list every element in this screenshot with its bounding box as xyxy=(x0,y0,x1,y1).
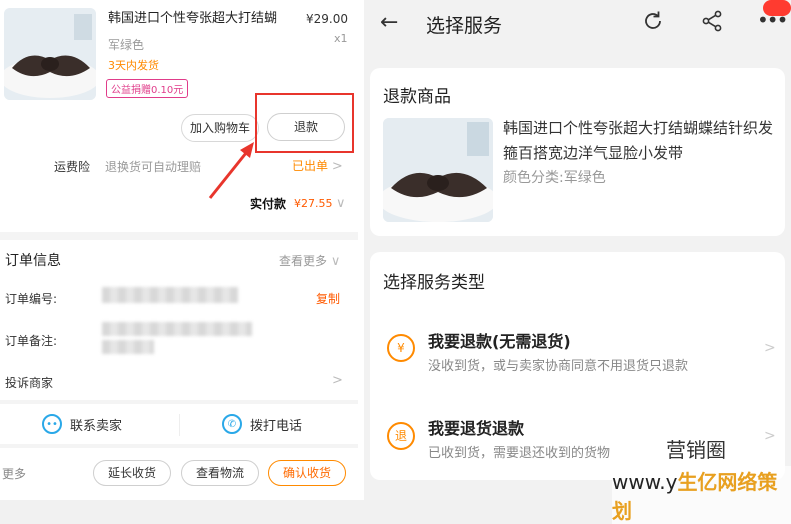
service-option-title: 我要退款(无需退货) xyxy=(428,332,571,351)
shipping-promise: 3天内发货 xyxy=(108,59,159,72)
service-option-desc: 已收到货，需要退还收到的货物 xyxy=(428,446,611,461)
share-icon[interactable] xyxy=(700,9,724,33)
back-arrow-icon[interactable]: ← xyxy=(380,10,398,35)
service-type-title: 选择服务类型 xyxy=(383,273,485,293)
order-note-blurred xyxy=(102,322,252,336)
refund-product-color: 颜色分类:军绿色 xyxy=(503,170,606,186)
product-image xyxy=(383,118,493,222)
shipping-insurance-label: 运费险 xyxy=(54,160,91,174)
view-logistics-button[interactable]: 查看物流 xyxy=(181,460,259,486)
product-thumbnail[interactable] xyxy=(4,8,96,100)
shipping-insurance-status[interactable]: 已出单 > xyxy=(292,157,343,174)
paid-amount-label: 实付款 xyxy=(250,197,287,211)
refund-product-card: 退款商品 韩国进口个性夸张超大打结蝴蝶结针织发箍百搭宽边洋气显脸小发带 颜色分类… xyxy=(370,68,785,236)
product-quantity: x1 xyxy=(334,32,348,45)
watermark-url-prefix: www.y xyxy=(612,470,678,494)
order-note-blurred-2 xyxy=(102,340,154,354)
refund-product-name: 韩国进口个性夸张超大打结蝴蝶结针织发箍百搭宽边洋气显脸小发带 xyxy=(503,119,774,162)
contact-bar: •• 联系卖家 ✆ 拨打电话 xyxy=(0,404,358,444)
service-option-title: 我要退货退款 xyxy=(428,419,525,438)
refund-product-thumbnail xyxy=(383,118,493,222)
charity-badge: 公益捐赠0.10元 xyxy=(106,79,189,98)
product-image xyxy=(4,8,96,100)
complain-seller-label[interactable]: 投诉商家 xyxy=(5,374,53,391)
call-label: 拨打电话 xyxy=(250,418,303,434)
order-note-label: 订单备注: xyxy=(5,334,58,348)
confirm-receipt-button[interactable]: 确认收货 xyxy=(268,460,346,486)
product-price: ¥29.00 xyxy=(306,12,348,26)
highlight-box xyxy=(255,93,354,153)
chevron-down-icon: ∨ xyxy=(336,196,346,211)
divider xyxy=(179,414,180,436)
contact-seller-button[interactable]: •• 联系卖家 xyxy=(42,414,122,434)
call-button[interactable]: ✆ 拨打电话 xyxy=(222,414,302,434)
service-option-desc: 没收到货，或与卖家协商同意不用退货只退款 xyxy=(428,359,689,374)
copy-button[interactable]: 复制 xyxy=(316,290,340,307)
add-to-cart-button[interactable]: 加入购物车 xyxy=(181,114,259,142)
order-info-title: 订单信息 xyxy=(5,253,61,269)
more-menu-icon[interactable]: ••• xyxy=(757,8,788,32)
phone-icon: ✆ xyxy=(222,414,242,434)
chat-icon: •• xyxy=(42,414,62,434)
refund-money-icon: ¥ xyxy=(387,334,415,362)
chevron-right-icon: > xyxy=(764,428,776,444)
refund-product-title: 退款商品 xyxy=(383,87,451,107)
more-menu[interactable]: 更多 xyxy=(2,465,26,482)
paid-amount-value[interactable]: ¥27.55 ∨ xyxy=(294,196,346,211)
header-bar: ← 选择服务 ••• xyxy=(364,0,791,52)
select-service-panel: ← 选择服务 ••• 退款商品 韩国进口个性夸张超大打结蝴蝶结针织发箍百搭宽边洋… xyxy=(364,0,791,500)
product-color: 军绿色 xyxy=(108,38,145,52)
refresh-icon[interactable] xyxy=(641,9,665,33)
order-number-blurred xyxy=(102,287,238,303)
extend-receipt-button[interactable]: 延长收货 xyxy=(93,460,171,486)
shipping-insurance-desc: 退换货可自动理赔 xyxy=(105,160,202,174)
chevron-down-icon: ∨ xyxy=(330,254,341,269)
return-goods-icon: 退 xyxy=(387,422,415,450)
chevron-right-icon: > xyxy=(764,340,776,356)
paid-amount-text: ¥27.55 xyxy=(294,197,333,210)
product-title[interactable]: 韩国进口个性夸张超大打结蝴 xyxy=(108,10,300,28)
order-detail-panel: 韩国进口个性夸张超大打结蝴 ¥29.00 x1 军绿色 3天内发货 公益捐赠0.… xyxy=(0,0,358,500)
insurance-status-text: 已出单 xyxy=(292,159,329,173)
contact-seller-label: 联系卖家 xyxy=(70,418,123,434)
chevron-right-icon[interactable]: > xyxy=(332,373,343,388)
order-item-card: 韩国进口个性夸张超大打结蝴 ¥29.00 x1 军绿色 3天内发货 公益捐赠0.… xyxy=(0,0,358,232)
watermark-url: www.y生亿网络策划 xyxy=(612,466,791,524)
order-number-label: 订单编号: xyxy=(5,292,58,306)
order-info-card: 订单信息 查看更多 ∨ 订单编号: 复制 订单备注: 投诉商家 > xyxy=(0,240,358,400)
bottom-action-bar: 更多 延长收货 查看物流 确认收货 xyxy=(0,448,358,500)
page-title: 选择服务 xyxy=(426,15,503,37)
watermark-title: 营销圈 xyxy=(664,434,728,463)
annotation-arrow-icon xyxy=(208,142,254,199)
view-more-link[interactable]: 查看更多 ∨ xyxy=(279,252,340,269)
chevron-right-icon: > xyxy=(331,159,343,174)
view-more-text: 查看更多 xyxy=(279,254,328,268)
